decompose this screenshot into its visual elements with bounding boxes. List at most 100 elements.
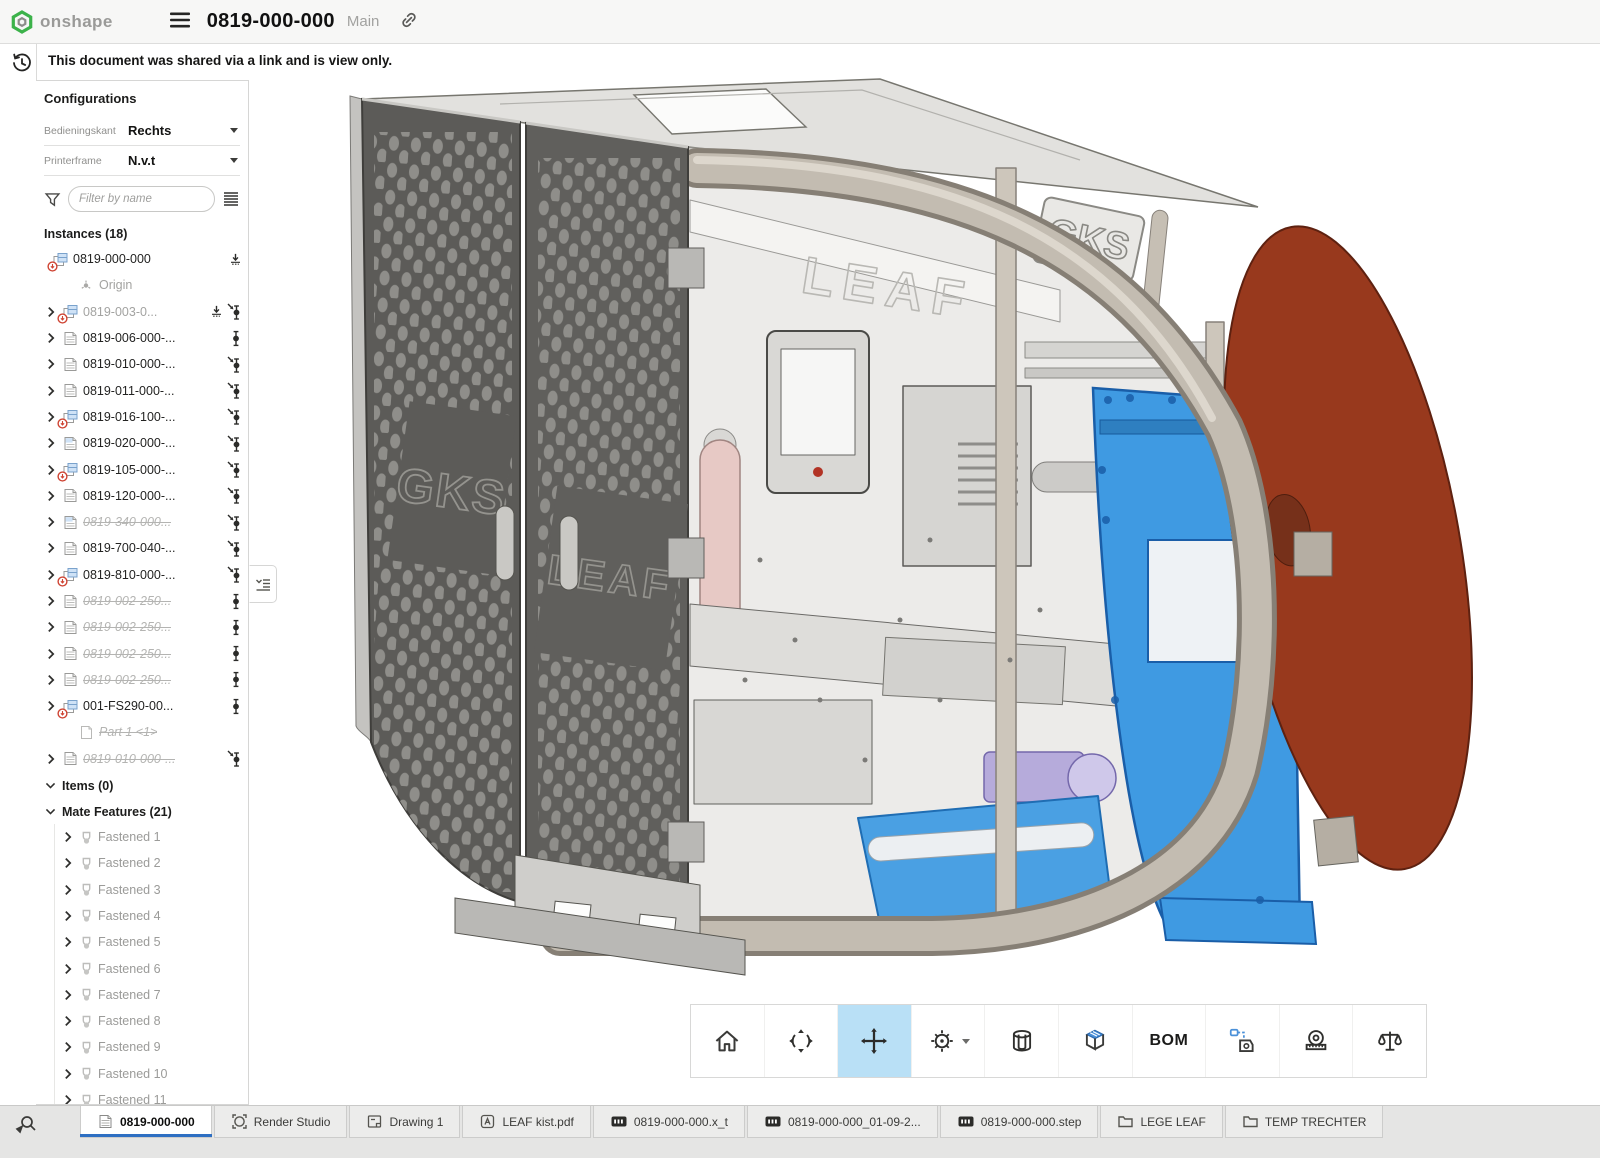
instance-row-0819-010-000[interactable]: 0819-010-000-...: [36, 351, 248, 377]
chevron-right-icon[interactable]: [44, 436, 58, 450]
mate-feature-row-fastened-9[interactable]: Fastened 9: [55, 1034, 248, 1060]
tab-0819-000-000-step[interactable]: 0819-000-000.step: [940, 1106, 1099, 1138]
measure-button[interactable]: [1279, 1005, 1353, 1077]
items-header[interactable]: Items (0): [36, 772, 248, 798]
bedieningskant-select[interactable]: Rechts: [128, 123, 240, 138]
snapshot-button[interactable]: [1205, 1005, 1279, 1077]
chevron-right-icon[interactable]: [44, 594, 58, 608]
fastened-icon: [79, 1040, 94, 1055]
chevron-right-icon[interactable]: [44, 620, 58, 634]
exploded-view-button[interactable]: [1058, 1005, 1132, 1077]
instance-row-0819-020-000[interactable]: 0819-020-000-...: [36, 430, 248, 456]
instance-row-0819-105-000[interactable]: 0819-105-000-...: [36, 456, 248, 482]
tab-0819-000-000[interactable]: 0819-000-000: [80, 1106, 212, 1138]
mate-feature-row-fastened-10[interactable]: Fastened 10: [55, 1061, 248, 1087]
chevron-right-icon[interactable]: [44, 384, 58, 398]
mate-feature-row-fastened-11[interactable]: Fastened 11: [55, 1087, 248, 1105]
section-view-button[interactable]: [984, 1005, 1058, 1077]
orbit-button[interactable]: [764, 1005, 838, 1077]
tab-lege-leaf[interactable]: LEGE LEAF: [1100, 1106, 1222, 1138]
instance-row-0819-002-250[interactable]: 0819-002-250...: [36, 667, 248, 693]
chevron-right-icon[interactable]: [61, 856, 75, 870]
instance-row-0819-120-000[interactable]: 0819-120-000-...: [36, 483, 248, 509]
3d-viewport[interactable]: LEAF GKS: [249, 45, 1600, 1105]
row-status-icons: [229, 698, 248, 715]
mate-feature-label: Fastened 3: [98, 883, 161, 897]
chevron-right-icon[interactable]: [44, 305, 58, 319]
chevron-right-icon[interactable]: [61, 1014, 75, 1028]
chevron-down-icon[interactable]: [962, 1039, 970, 1044]
instance-row-0819-810-000[interactable]: 0819-810-000-...: [36, 562, 248, 588]
chevron-right-icon[interactable]: [44, 463, 58, 477]
instance-row-0819-000-000[interactable]: 0819-000-000: [36, 246, 248, 272]
tab-temp-trechter[interactable]: TEMP TRECHTER: [1225, 1106, 1384, 1138]
home-button[interactable]: [691, 1005, 764, 1077]
fastened-icon: [79, 1093, 94, 1105]
chevron-right-icon[interactable]: [44, 752, 58, 766]
instance-row-0819-700-040[interactable]: 0819-700-040-...: [36, 535, 248, 561]
zoom-button[interactable]: [911, 1005, 985, 1077]
mate-features-header[interactable]: Mate Features (21): [36, 798, 248, 824]
chevron-right-icon[interactable]: [61, 830, 75, 844]
mate-feature-row-fastened-8[interactable]: Fastened 8: [55, 1008, 248, 1034]
share-link-icon[interactable]: [397, 8, 421, 35]
chevron-right-icon[interactable]: [61, 883, 75, 897]
instance-row-0819-002-250[interactable]: 0819-002-250...: [36, 614, 248, 640]
chevron-right-icon[interactable]: [44, 541, 58, 555]
instance-row-part-1-1[interactable]: Part 1 <1>: [36, 719, 248, 745]
instance-row-0819-016-100[interactable]: 0819-016-100-...: [36, 404, 248, 430]
printerframe-select[interactable]: N.v.t: [128, 153, 240, 168]
panel-collapse-handle[interactable]: [249, 565, 277, 603]
chevron-right-icon[interactable]: [44, 568, 58, 582]
menu-icon[interactable]: [165, 7, 195, 36]
instance-row-001-fs290-00[interactable]: 001-FS290-00...: [36, 693, 248, 719]
tab-0819-000-000-01-09-2[interactable]: 0819-000-000_01-09-2...: [747, 1106, 938, 1138]
mate-features-title: Mate Features (21): [62, 805, 172, 819]
onshape-logo[interactable]: onshape: [10, 10, 113, 34]
chevron-right-icon[interactable]: [61, 909, 75, 923]
mate-feature-row-fastened-2[interactable]: Fastened 2: [55, 850, 248, 876]
filter-input[interactable]: [68, 186, 215, 212]
tab-leaf-kist-pdf[interactable]: LEAF kist.pdf: [462, 1106, 590, 1138]
chevron-right-icon[interactable]: [44, 489, 58, 503]
tab-0819-000-000-x-t[interactable]: 0819-000-000.x_t: [593, 1106, 745, 1138]
chevron-right-icon[interactable]: [61, 962, 75, 976]
instance-row-origin[interactable]: Origin: [36, 272, 248, 298]
instance-row-0819-006-000[interactable]: 0819-006-000-...: [36, 325, 248, 351]
pan-button[interactable]: [837, 1005, 911, 1077]
instance-row-0819-340-000[interactable]: 0819-340-000...: [36, 509, 248, 535]
chevron-right-icon[interactable]: [44, 357, 58, 371]
mass-properties-button[interactable]: [1352, 1005, 1426, 1077]
chevron-right-icon[interactable]: [61, 1067, 75, 1081]
mate-feature-row-fastened-1[interactable]: Fastened 1: [55, 824, 248, 850]
instance-row-0819-011-000[interactable]: 0819-011-000-...: [36, 377, 248, 403]
filter-funnel-icon[interactable]: [44, 191, 61, 208]
tab-render-studio[interactable]: Render Studio: [214, 1106, 348, 1138]
chevron-right-icon[interactable]: [44, 673, 58, 687]
mate-feature-row-fastened-5[interactable]: Fastened 5: [55, 929, 248, 955]
list-view-toggle-icon[interactable]: [222, 191, 240, 207]
instance-row-0819-002-250[interactable]: 0819-002-250...: [36, 640, 248, 666]
mate-feature-row-fastened-3[interactable]: Fastened 3: [55, 877, 248, 903]
chevron-right-icon[interactable]: [61, 935, 75, 949]
chevron-right-icon[interactable]: [44, 699, 58, 713]
chevron-right-icon[interactable]: [44, 331, 58, 345]
chevron-right-icon[interactable]: [61, 1040, 75, 1054]
chevron-right-icon[interactable]: [44, 515, 58, 529]
chevron-right-icon[interactable]: [44, 647, 58, 661]
versions-history-icon[interactable]: [9, 50, 35, 79]
mate-feature-row-fastened-7[interactable]: Fastened 7: [55, 982, 248, 1008]
mate-feature-label: Fastened 8: [98, 1014, 161, 1028]
tab-drawing-1[interactable]: Drawing 1: [349, 1106, 460, 1138]
instance-label: 0819-010-000-...: [83, 357, 175, 371]
bom-button[interactable]: BOM: [1132, 1005, 1206, 1077]
instance-row-0819-003-0[interactable]: 0819-003-0...: [36, 299, 248, 325]
instance-row-0819-002-250[interactable]: 0819-002-250...: [36, 588, 248, 614]
chevron-right-icon[interactable]: [61, 1093, 75, 1105]
chevron-right-icon[interactable]: [44, 410, 58, 424]
mate-feature-row-fastened-4[interactable]: Fastened 4: [55, 903, 248, 929]
chevron-right-icon[interactable]: [61, 988, 75, 1002]
tab-manager-icon[interactable]: [8, 1112, 42, 1138]
instance-row-0819-010-000[interactable]: 0819-010-000-...: [36, 746, 248, 772]
mate-feature-row-fastened-6[interactable]: Fastened 6: [55, 955, 248, 981]
